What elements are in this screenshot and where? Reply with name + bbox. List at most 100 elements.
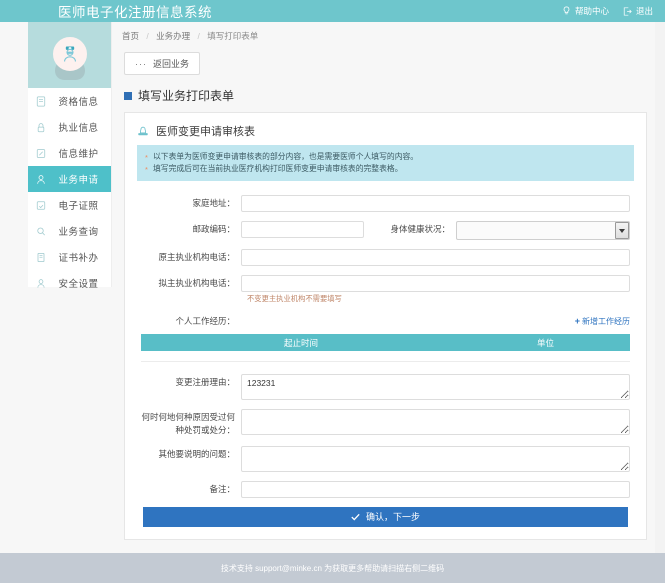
confirm-next-step-button[interactable]: 确认，下一步	[143, 507, 628, 527]
breadcrumb-separator: /	[146, 31, 148, 41]
other-issues-label: 其他要说明的问题：	[141, 446, 241, 463]
other-issues-textarea[interactable]	[241, 446, 630, 472]
table-header-row: 起止时间 单位	[141, 334, 630, 351]
old-org-phone-label: 原主执业机构电话：	[141, 249, 241, 266]
back-to-business-button[interactable]: ··· 返回业务	[124, 52, 200, 75]
home-address-input[interactable]	[241, 195, 630, 212]
sidebar-item-electronic-certificate[interactable]: 电子证照	[28, 192, 111, 218]
certificate-icon	[28, 200, 54, 211]
remark-label: 备注：	[141, 481, 241, 498]
field-row-remark: 备注：	[141, 481, 630, 498]
logout-icon	[623, 7, 632, 16]
sidebar-item-label: 业务申请	[54, 172, 111, 186]
plus-icon: +	[575, 316, 580, 326]
sidebar: 资格信息 执业信息 信息维护 业务申请	[28, 22, 112, 287]
change-reason-label: 变更注册理由：	[141, 374, 241, 391]
old-org-phone-input[interactable]	[241, 249, 630, 266]
punishment-label-line1: 何时何地何种原因受过何	[141, 411, 235, 424]
postal-code-input[interactable]	[241, 221, 364, 238]
health-status-select[interactable]	[456, 221, 630, 240]
field-row-punishment: 何时何地何种原因受过何 种处罚或处分：	[141, 409, 630, 437]
lightbulb-icon	[562, 6, 571, 16]
table-row	[141, 351, 630, 361]
sidebar-item-label: 执业信息	[54, 120, 111, 134]
field-row-home-address: 家庭地址：	[141, 195, 630, 212]
app-brand-title: 医师电子化注册信息系统	[58, 1, 212, 21]
form-card-header: 医师变更申请审核表	[137, 123, 634, 145]
field-row-change-reason: 变更注册理由：	[141, 374, 630, 400]
new-org-phone-label: 拟主执业机构电话：	[141, 275, 241, 292]
punishment-label-line2: 种处罚或处分：	[141, 424, 235, 437]
sidebar-item-business-query[interactable]: 业务查询	[28, 218, 111, 244]
sidebar-item-label: 证书补办	[54, 250, 111, 264]
work-experience-header: 个人工作经历： + 新增工作经历	[141, 314, 630, 328]
sidebar-item-practice-info[interactable]: 执业信息	[28, 114, 111, 140]
logout-button[interactable]: 退出	[623, 5, 653, 17]
avatar	[28, 22, 111, 88]
title-marker-icon	[124, 92, 132, 100]
logout-label: 退出	[636, 5, 653, 17]
stamp-icon	[137, 125, 149, 137]
work-experience-label: 个人工作经历：	[141, 314, 241, 328]
submit-button-label: 确认，下一步	[366, 510, 420, 523]
form-notice: 以下表单为医师变更申请审核表的部分内容，也是需要医师个人填写的内容。 填写完成后…	[137, 145, 634, 181]
home-address-label: 家庭地址：	[141, 195, 241, 212]
doctor-icon	[60, 44, 80, 64]
column-header-period: 起止时间	[141, 334, 461, 351]
sidebar-item-business-application[interactable]: 业务申请	[28, 166, 111, 192]
notice-line-2: 填写完成后可在当前执业医疗机构打印医师变更申请审核表的完整表格。	[145, 163, 626, 175]
breadcrumb-current: 填写打印表单	[207, 31, 258, 41]
health-status-label: 身体健康状况：	[364, 221, 456, 238]
notice-line-1: 以下表单为医师变更申请审核表的部分内容，也是需要医师个人填写的内容。	[145, 151, 626, 163]
page-title-text: 填写业务打印表单	[138, 87, 234, 104]
form-card: 医师变更申请审核表 以下表单为医师变更申请审核表的部分内容，也是需要医师个人填写…	[124, 112, 647, 540]
app-root: 医师电子化注册信息系统 帮助中心 退出	[0, 0, 665, 583]
form-card-title: 医师变更申请审核表	[156, 123, 255, 139]
punishment-textarea[interactable]	[241, 409, 630, 435]
field-row-postal-health: 邮政编码： 身体健康状况：	[141, 221, 630, 240]
document-icon	[28, 96, 54, 107]
sidebar-item-certificate-reissue[interactable]: 证书补办	[28, 244, 111, 270]
sidebar-item-label: 信息维护	[54, 146, 111, 160]
sidebar-nav: 资格信息 执业信息 信息维护 业务申请	[28, 88, 111, 296]
add-work-experience-label: 新增工作经历	[582, 316, 630, 327]
new-org-phone-hint: 不变更主执业机构不需要填写	[247, 294, 630, 304]
new-org-phone-input[interactable]	[241, 275, 630, 292]
page-scrollbar[interactable]	[655, 22, 665, 553]
change-reason-textarea[interactable]	[241, 374, 630, 400]
field-row-new-org-phone: 拟主执业机构电话：	[141, 275, 630, 292]
breadcrumb-separator: /	[198, 31, 200, 41]
header-actions: 帮助中心 退出	[562, 5, 653, 17]
work-experience-table: 起止时间 单位	[141, 334, 630, 362]
dots-icon: ···	[135, 59, 147, 69]
postal-code-label: 邮政编码：	[141, 221, 241, 238]
help-center-button[interactable]: 帮助中心	[562, 5, 609, 17]
search-icon	[28, 226, 54, 237]
help-center-label: 帮助中心	[575, 5, 609, 17]
field-row-old-org-phone: 原主执业机构电话：	[141, 249, 630, 266]
check-icon	[351, 513, 360, 521]
lock-icon	[28, 122, 54, 133]
sidebar-item-security-settings[interactable]: 安全设置	[28, 270, 111, 296]
add-work-experience-button[interactable]: + 新增工作经历	[575, 316, 630, 327]
user-icon	[28, 174, 54, 185]
footer-text: 技术支持 support@minke.cn 为获取更多帮助请扫描右侧二维码	[221, 563, 444, 574]
main-content: 首页 / 业务办理 / 填写打印表单 ··· 返回业务 填写业务打印表单 医师变…	[112, 22, 655, 540]
column-header-organization: 单位	[461, 334, 630, 351]
punishment-label: 何时何地何种原因受过何 种处罚或处分：	[141, 409, 241, 437]
breadcrumb-home[interactable]: 首页	[122, 31, 139, 41]
footer: 技术支持 support@minke.cn 为获取更多帮助请扫描右侧二维码	[0, 553, 665, 583]
back-button-label: 返回业务	[153, 57, 189, 70]
sidebar-item-label: 电子证照	[54, 198, 111, 212]
health-status-select-wrap	[456, 221, 630, 240]
breadcrumb-level2[interactable]: 业务办理	[156, 31, 190, 41]
sidebar-item-info-maintenance[interactable]: 信息维护	[28, 140, 111, 166]
book-icon	[28, 252, 54, 263]
shield-user-icon	[28, 278, 54, 289]
page-title: 填写业务打印表单	[124, 87, 655, 104]
sidebar-item-qualification-info[interactable]: 资格信息	[28, 88, 111, 114]
breadcrumb: 首页 / 业务办理 / 填写打印表单	[112, 22, 655, 42]
remark-input[interactable]	[241, 481, 630, 498]
field-row-other-issues: 其他要说明的问题：	[141, 446, 630, 472]
sidebar-item-label: 业务查询	[54, 224, 111, 238]
